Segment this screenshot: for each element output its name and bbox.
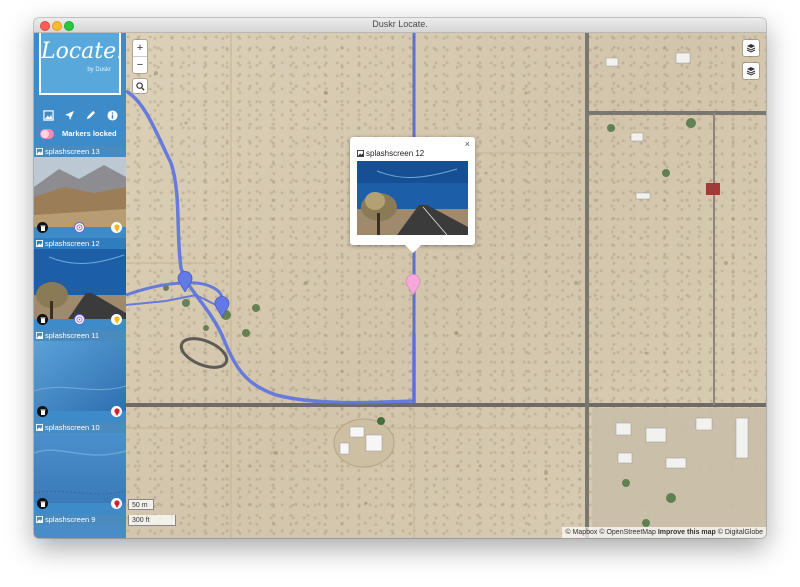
screenshot-thumbnail[interactable] [34, 157, 126, 227]
popup-title: splashscreen 12 [366, 149, 425, 158]
markers-locked-toggle[interactable] [40, 129, 54, 139]
layers-icon [746, 67, 756, 76]
screenshot-label: splashscreen 9 [45, 515, 96, 524]
popup-close-button[interactable]: × [465, 139, 470, 149]
pin-yellow-icon [113, 315, 120, 324]
info-icon [106, 109, 118, 121]
layers-button-secondary[interactable] [743, 63, 759, 79]
image-icon [36, 424, 43, 431]
search-button[interactable] [133, 79, 147, 93]
screenshot-thumbnail[interactable] [34, 525, 126, 538]
app-window: Duskr Locate. © Mapbox © OpenStreetMap I… [34, 18, 766, 538]
image-icon [36, 148, 43, 155]
locate-button[interactable] [61, 107, 77, 123]
trash-icon [40, 317, 45, 323]
thumb-desert-road [34, 249, 126, 319]
logo-text: Locate. [41, 39, 124, 64]
place-marker-button[interactable] [111, 314, 122, 325]
map-attribution: © Mapbox © OpenStreetMap Improve this ma… [562, 527, 766, 538]
window-title: Duskr Locate. [372, 19, 428, 29]
screenshot-thumbnail[interactable] [34, 433, 126, 503]
map-marker-blue[interactable] [214, 295, 230, 317]
place-marker-button[interactable] [111, 498, 122, 509]
delete-button[interactable] [37, 406, 48, 417]
screenshot-item[interactable]: splashscreen 12 [34, 238, 126, 330]
pin-red-icon [113, 407, 120, 416]
screenshot-header: splashscreen 10 [34, 422, 126, 433]
screenshot-item[interactable]: splashscreen 10 [34, 422, 126, 514]
info-button[interactable] [104, 107, 120, 123]
screenshot-item[interactable]: splashscreen 11 [34, 330, 126, 422]
layers-icon [746, 44, 756, 53]
pin-yellow-icon [113, 223, 120, 232]
trash-icon [40, 501, 45, 507]
center-on-marker-button[interactable] [74, 314, 85, 325]
place-marker-button[interactable] [111, 222, 122, 233]
thumb-blue-gradient [34, 525, 126, 538]
zoom-in-button[interactable]: + [133, 40, 147, 57]
sidebar: Locate. by Duskr Markers locked splashsc… [34, 33, 126, 538]
screenshot-label: splashscreen 11 [45, 331, 100, 340]
attribution-mapbox-link[interactable]: © Mapbox [565, 529, 597, 536]
improve-map-link[interactable]: Improve this map [658, 529, 716, 536]
screenshot-header: splashscreen 12 [34, 238, 126, 249]
thumb-blue-waves [34, 433, 126, 503]
image-icon [357, 150, 364, 157]
edit-button[interactable] [82, 107, 98, 123]
thumb-mountains [34, 157, 126, 227]
image-icon [36, 240, 43, 247]
screenshot-header: splashscreen 11 [34, 330, 126, 341]
popup-photo[interactable] [357, 161, 468, 235]
pencil-icon [86, 110, 95, 119]
image-icon [36, 332, 43, 339]
title-bar: Duskr Locate. [34, 18, 766, 33]
trash-icon [40, 409, 45, 415]
screenshot-item[interactable]: splashscreen 9 [34, 514, 126, 538]
thumb-blue-gradient [34, 341, 126, 411]
pin-red-icon [113, 499, 120, 508]
layers-button[interactable] [743, 40, 759, 56]
trash-icon [40, 225, 45, 231]
scale-metric: 50 m [128, 499, 154, 510]
screenshot-thumbnail[interactable] [34, 249, 126, 319]
screenshot-label: splashscreen 10 [45, 423, 100, 432]
center-on-marker-button[interactable] [74, 222, 85, 233]
satellite-map[interactable]: © Mapbox © OpenStreetMap Improve this ma… [126, 33, 766, 538]
delete-button[interactable] [37, 498, 48, 509]
zoom-control: + − [133, 40, 147, 73]
scale-imperial: 300 ft [128, 515, 176, 526]
screenshot-label: splashscreen 12 [45, 239, 100, 248]
screenshot-item[interactable]: splashscreen 13 [34, 146, 126, 238]
target-icon [76, 224, 83, 231]
map-marker-blue[interactable] [177, 270, 193, 292]
delete-button[interactable] [37, 314, 48, 325]
markers-locked-label: Markers locked [62, 129, 117, 138]
target-icon [76, 316, 83, 323]
logo-byline: by Duskr [87, 67, 111, 73]
place-marker-button[interactable] [111, 406, 122, 417]
sidebar-toolbar [34, 107, 126, 123]
screenshot-label: splashscreen 13 [45, 147, 100, 156]
image-icon [42, 109, 54, 121]
search-icon [135, 81, 145, 91]
image-icon [36, 516, 43, 523]
delete-button[interactable] [37, 222, 48, 233]
marker-popup: × splashscreen 12 [350, 137, 475, 253]
screenshot-header: splashscreen 9 [34, 514, 126, 525]
map-marker-pink[interactable] [405, 273, 421, 295]
zoom-out-button[interactable]: − [133, 57, 147, 73]
app-logo: Locate. by Duskr [39, 33, 124, 95]
screenshot-thumbnail[interactable] [34, 341, 126, 411]
location-arrow-icon [64, 110, 74, 120]
attribution-digitalglobe-link[interactable]: © DigitalGlobe [718, 529, 763, 536]
map-overlay [126, 33, 766, 538]
photo-desert-road [357, 161, 468, 235]
attribution-osm-link[interactable]: © OpenStreetMap [599, 529, 656, 536]
add-image-button[interactable] [40, 107, 56, 123]
screenshot-header: splashscreen 13 [34, 146, 126, 157]
